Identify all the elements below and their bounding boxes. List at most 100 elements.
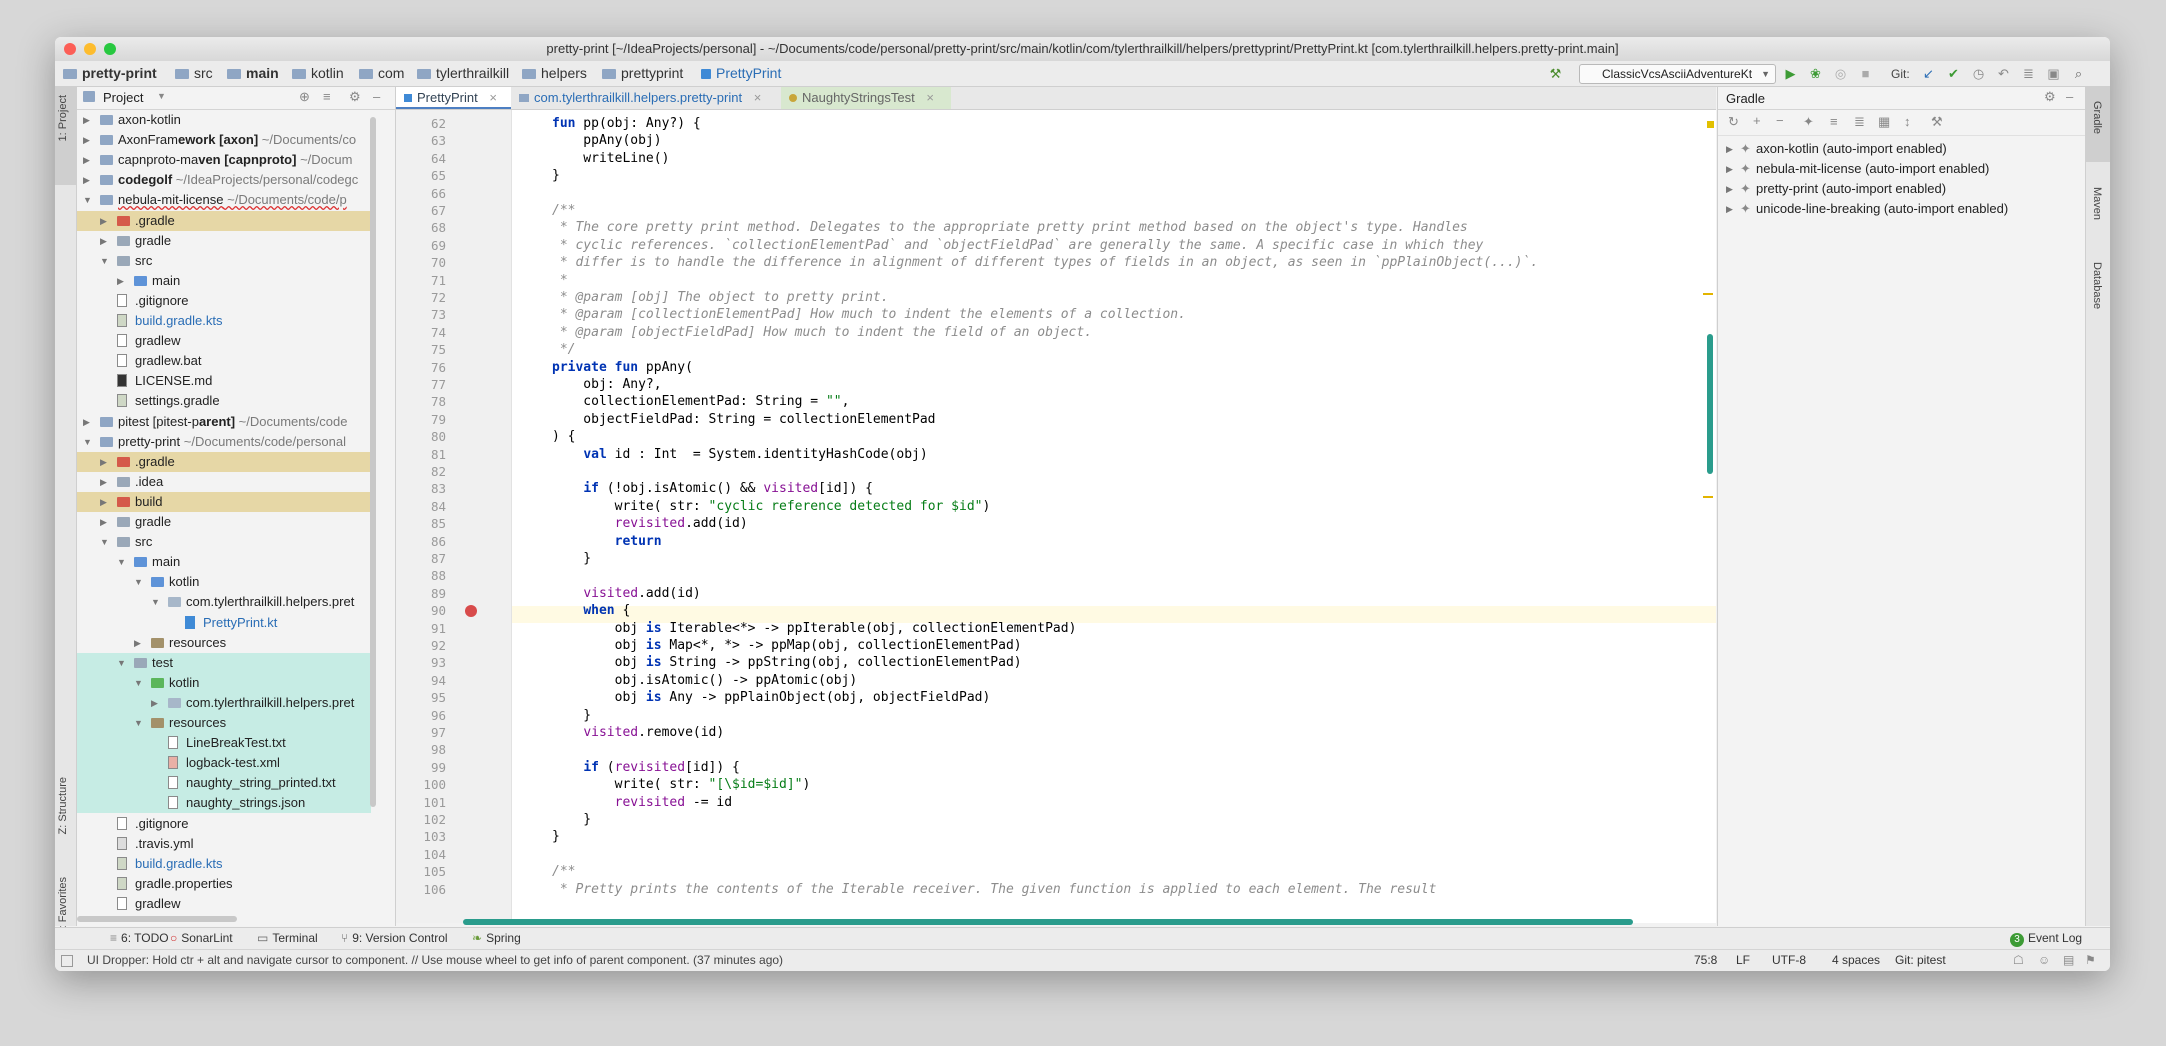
collapsed-arrow-icon[interactable]: ▶ xyxy=(1726,199,1733,219)
close-tab-icon[interactable]: × xyxy=(489,90,497,105)
expanded-arrow-icon[interactable]: ▼ xyxy=(151,592,161,612)
project-tree-item[interactable]: ▶ com.tylerthrailkill.helpers.pret xyxy=(77,693,371,713)
history-icon[interactable]: ◷ xyxy=(1971,66,1986,81)
breadcrumb-file[interactable]: PrettyPrint xyxy=(701,65,781,81)
collapsed-arrow-icon[interactable]: ▶ xyxy=(1726,139,1733,159)
project-tree-item[interactable]: logback-test.xml xyxy=(77,753,371,773)
tab-module[interactable]: com.tylerthrailkill.helpers.pretty-print… xyxy=(511,87,781,109)
editor-gutter[interactable]: 62 63 64 65 66 67 68 69 70 71 72 73 74 75 76 77 78 79 80 81… xyxy=(396,110,512,923)
expanded-arrow-icon[interactable]: ▼ xyxy=(117,552,127,572)
collapsed-arrow-icon[interactable]: ▶ xyxy=(83,130,93,150)
project-tree-item[interactable]: ▼ test xyxy=(77,653,371,673)
spring-tool-button[interactable]: ❧ Spring xyxy=(472,931,521,945)
group-icon[interactable]: ▦ xyxy=(1878,114,1890,130)
gradle-project-item[interactable]: ▶ ✦ axon-kotlin (auto-import enabled) xyxy=(1718,139,2078,159)
presentation-icon[interactable]: ▣ xyxy=(2046,66,2061,81)
project-tree-item[interactable]: ▶ AxonFramework [axon] ~/Documents/co xyxy=(77,130,371,150)
terminal-tool-button[interactable]: ▭ Terminal xyxy=(257,931,318,945)
project-view-title[interactable]: Project xyxy=(103,90,143,105)
collapsed-arrow-icon[interactable]: ▶ xyxy=(100,231,110,251)
collapsed-arrow-icon[interactable]: ▶ xyxy=(1726,159,1733,179)
version-control-tool-button[interactable]: ⑂ 9: Version Control xyxy=(341,931,448,945)
run-config-select[interactable]: ClassicVcsAsciiAdventureKt ▼ xyxy=(1579,64,1776,84)
project-tree-item[interactable]: ▼ src xyxy=(77,532,371,552)
minimize-window-button[interactable] xyxy=(84,43,96,55)
collapsed-arrow-icon[interactable]: ▶ xyxy=(1726,179,1733,199)
breadcrumb-src[interactable]: src xyxy=(175,65,213,81)
add-icon[interactable]: + xyxy=(1753,113,1761,128)
gear-icon[interactable]: ⚙ xyxy=(349,89,361,105)
project-tree-item[interactable]: ▼ kotlin xyxy=(77,673,371,693)
project-tree-item[interactable]: naughty_string_printed.txt xyxy=(77,773,371,793)
toggle-offline-icon[interactable]: ↕ xyxy=(1904,114,1911,129)
project-tree-item[interactable]: gradle.properties xyxy=(77,874,371,894)
gradle-project-item[interactable]: ▶ ✦ pretty-print (auto-import enabled) xyxy=(1718,179,2078,199)
gear-icon[interactable]: ⚙ xyxy=(2044,89,2056,105)
tab-prettyprint[interactable]: PrettyPrint × xyxy=(396,87,511,109)
collapsed-arrow-icon[interactable]: ▶ xyxy=(100,512,110,532)
git-commit-icon[interactable]: ✔ xyxy=(1946,66,1961,81)
project-tree-item[interactable]: ▶ main xyxy=(77,271,371,291)
todo-tool-button[interactable]: ≡ 6: TODO xyxy=(110,931,169,945)
project-tree-item[interactable]: ▼ main xyxy=(77,552,371,572)
close-tab-icon[interactable]: × xyxy=(754,90,762,105)
indent-setting[interactable]: 4 spaces xyxy=(1832,953,1880,967)
gradle-project-item[interactable]: ▶ ✦ nebula-mit-license (auto-import enable… xyxy=(1718,159,2078,179)
collapse-icon[interactable]: ≡ xyxy=(323,89,331,104)
breadcrumb-tylerthrailkill[interactable]: tylerthrailkill xyxy=(417,65,509,81)
editor-horizontal-scrollbar[interactable] xyxy=(463,919,1633,925)
revert-icon[interactable]: ↶ xyxy=(1996,66,2011,81)
search-icon[interactable]: ⌕ xyxy=(2071,66,2086,81)
breadcrumb-prettyprint[interactable]: prettyprint xyxy=(602,65,683,81)
expanded-arrow-icon[interactable]: ▼ xyxy=(83,432,93,452)
maven-tool-tab[interactable]: Maven xyxy=(2091,187,2103,220)
project-tree-item[interactable]: LICENSE.md xyxy=(77,371,371,391)
project-tree-item[interactable]: ▼ src xyxy=(77,251,371,271)
project-tree-item[interactable]: PrettyPrint.kt xyxy=(77,613,371,633)
hide-icon[interactable]: – xyxy=(2066,89,2073,104)
git-branch[interactable]: Git: pitest xyxy=(1895,953,1946,967)
expanded-arrow-icon[interactable]: ▼ xyxy=(100,251,110,271)
collapsed-arrow-icon[interactable]: ▶ xyxy=(134,633,144,653)
coverage-icon[interactable]: ◎ xyxy=(1833,66,1848,81)
project-tree-item[interactable]: build.gradle.kts xyxy=(77,311,371,331)
project-tree-item[interactable]: settings.gradle xyxy=(77,391,371,411)
tree-scrollbar[interactable] xyxy=(370,117,376,807)
editor-scrollbar[interactable] xyxy=(1707,334,1713,474)
project-tree-item[interactable]: ▶ build xyxy=(77,492,371,512)
project-tree-item[interactable]: ▶ axon-kotlin xyxy=(77,110,371,130)
warning-stripe[interactable] xyxy=(1703,496,1713,498)
remove-icon[interactable]: − xyxy=(1776,113,1784,128)
project-tree-item[interactable]: ▼ nebula-mit-license ~/Documents/code/p xyxy=(77,190,371,210)
collapsed-arrow-icon[interactable]: ▶ xyxy=(83,412,93,432)
breakpoint-icon[interactable] xyxy=(465,605,477,617)
project-tree-item[interactable]: .gitignore xyxy=(77,291,371,311)
project-structure-icon[interactable]: ≣ xyxy=(2021,66,2036,81)
inspection-status-icon[interactable] xyxy=(1707,121,1714,128)
project-tree-item[interactable]: build.gradle.kts xyxy=(77,854,371,874)
project-tree-item[interactable]: naughty_strings.json xyxy=(77,793,371,813)
locate-icon[interactable]: ⊕ xyxy=(299,89,310,105)
project-tree-item[interactable]: ▶ pitest [pitest-parent] ~/Documents/code xyxy=(77,412,371,432)
breadcrumb-project[interactable]: pretty-print xyxy=(63,65,157,81)
favorites-tool-tab[interactable]: 2: Favorites xyxy=(57,877,69,934)
hide-icon[interactable]: – xyxy=(373,89,380,104)
git-update-icon[interactable]: ↙ xyxy=(1921,66,1936,81)
collapsed-arrow-icon[interactable]: ▶ xyxy=(83,170,93,190)
project-tree-item[interactable]: gradlew.bat xyxy=(77,351,371,371)
inspector-icon[interactable]: ☺ xyxy=(2038,953,2050,967)
project-tree-item[interactable]: ▼ pretty-print ~/Documents/code/personal xyxy=(77,432,371,452)
breadcrumb-kotlin[interactable]: kotlin xyxy=(292,65,344,81)
build-hammer-icon[interactable]: ⚒ xyxy=(1548,66,1563,81)
expanded-arrow-icon[interactable]: ▼ xyxy=(83,190,93,210)
project-tree-item[interactable]: ▶ codegolf ~/IdeaProjects/personal/codegc xyxy=(77,170,371,190)
project-tree-item[interactable]: .gitignore xyxy=(77,814,371,834)
collapsed-arrow-icon[interactable]: ▶ xyxy=(100,452,110,472)
memory-indicator-icon[interactable]: ▤ xyxy=(2063,953,2074,967)
debug-icon[interactable]: ❀ xyxy=(1808,66,1823,81)
refresh-icon[interactable]: ↻ xyxy=(1728,114,1739,130)
stop-icon[interactable]: ■ xyxy=(1858,66,1873,81)
structure-tool-tab[interactable]: Z: Structure xyxy=(57,777,69,834)
collapsed-arrow-icon[interactable]: ▶ xyxy=(100,472,110,492)
event-log-button[interactable]: 3 Event Log xyxy=(2010,931,2082,947)
